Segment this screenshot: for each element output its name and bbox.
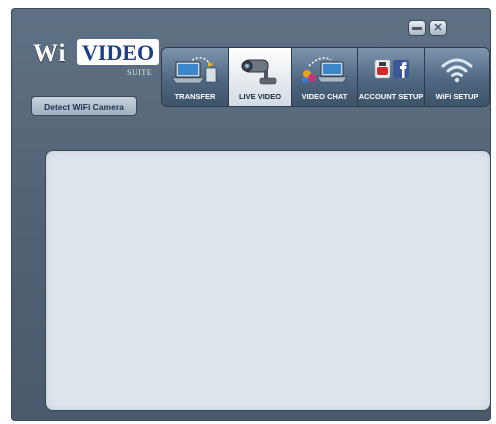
tab-account-setup-label: ACCOUNT SETUP: [358, 92, 424, 101]
video-display-panel: [45, 150, 491, 411]
main-tab-bar: TRANSFER LIVE VIDEO VIDEO CHAT ACCOUNT S…: [161, 47, 490, 107]
tab-account-setup[interactable]: ACCOUNT SETUP: [357, 47, 424, 107]
app-window: Wi VIDEO SUITE Detect WiFi Camera ✕ TRAN…: [11, 8, 491, 421]
youtube-facebook-icon: [358, 54, 424, 86]
tab-video-chat[interactable]: VIDEO CHAT: [291, 47, 357, 107]
logo-suite-text: SUITE: [127, 68, 153, 77]
tab-wifi-setup-label: WiFi SETUP: [435, 92, 479, 101]
camera-icon: [229, 54, 291, 86]
window-controls: ✕: [408, 20, 447, 36]
tab-transfer[interactable]: TRANSFER: [161, 47, 228, 107]
tab-live-video-label: LIVE VIDEO: [238, 92, 282, 101]
tab-video-chat-label: VIDEO CHAT: [301, 92, 348, 101]
logo-wi-text: Wi: [33, 40, 67, 67]
logo-video-text: VIDEO: [77, 39, 160, 65]
video-chat-icon: [292, 54, 357, 86]
tab-transfer-label: TRANSFER: [174, 92, 216, 101]
app-logo: Wi VIDEO SUITE: [33, 36, 160, 88]
laptop-transfer-icon: [162, 54, 228, 86]
detect-wifi-camera-button[interactable]: Detect WiFi Camera: [31, 96, 137, 116]
minimize-icon[interactable]: [408, 20, 426, 36]
tab-wifi-setup[interactable]: WiFi SETUP: [424, 47, 490, 107]
wifi-icon: [425, 54, 489, 86]
tab-live-video[interactable]: LIVE VIDEO: [228, 47, 291, 107]
close-icon[interactable]: ✕: [429, 20, 447, 36]
